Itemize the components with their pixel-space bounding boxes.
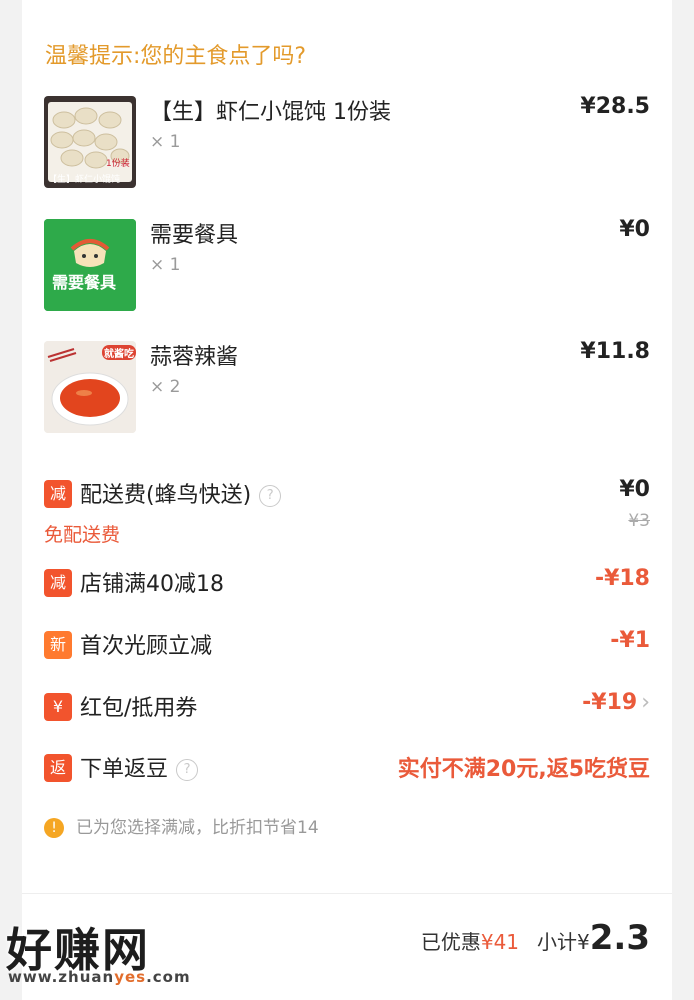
thumb-caption: 【生】虾仁小馄饨 <box>48 175 121 185</box>
info-circle-icon: ! <box>44 818 64 838</box>
delivery-fee-original: ¥3 <box>628 511 650 531</box>
saved-value: ¥41 <box>480 930 520 954</box>
watermark-url-prefix: www.zhuan <box>8 968 115 986</box>
beans-text: 下单返豆 <box>80 757 169 782</box>
cart-item[interactable]: 【生】虾仁小馄饨 1份装 【生】虾仁小馄饨 1份装 × 1 ¥28.5 <box>44 94 650 188</box>
store-discount-value: -¥18 <box>594 566 650 591</box>
cart-item[interactable]: 需要餐具 需要餐具 × 1 ¥0 <box>44 217 650 311</box>
help-circle-icon[interactable]: ? <box>176 759 199 781</box>
beans-value: 实付不满20元,返5吃货豆 <box>397 757 650 782</box>
first-visit-label: 首次光顾立减 <box>80 634 213 659</box>
first-visit-row: 新 首次光顾立减 -¥1 <box>44 628 650 662</box>
chevron-right-icon: › <box>641 690 650 715</box>
help-circle-icon[interactable]: ? <box>259 485 282 507</box>
watermark-url: www.zhuanyes.com <box>8 968 191 986</box>
item-thumbnail: 就酱吃 <box>44 341 136 433</box>
store-discount-label: 店铺满40减18 <box>80 572 224 597</box>
thumb-badge: 就酱吃 <box>102 345 136 360</box>
discount-badge-icon: 减 <box>44 569 72 597</box>
item-price: ¥28.5 <box>580 94 650 119</box>
item-price: ¥11.8 <box>580 339 650 364</box>
order-summary-footer: 已优惠¥41 小计¥2.3 <box>421 918 650 958</box>
delivery-fee-text: 配送费(蜂鸟快送) <box>80 483 252 508</box>
beans-row: 返 下单返豆? 实付不满20元,返5吃货豆 <box>44 751 650 785</box>
free-delivery-note: 免配送费 <box>44 524 121 546</box>
item-name: 蒜蓉辣酱 <box>150 345 239 370</box>
beans-label: 下单返豆? <box>80 751 199 783</box>
first-visit-value: -¥1 <box>610 628 650 653</box>
divider <box>22 893 672 894</box>
item-thumbnail: 需要餐具 <box>44 219 136 311</box>
watermark-url-highlight: yes <box>114 968 147 986</box>
truncated-row: ··· ··· ··· <box>45 0 122 11</box>
coupon-label: 红包/抵用券 <box>80 696 198 721</box>
watermark-url-suffix: .com <box>146 968 191 986</box>
delivery-fee-label: 配送费(蜂鸟快送)? <box>80 477 282 509</box>
item-quantity: × 1 <box>150 132 181 152</box>
subtotal-label: 小计 <box>537 930 578 954</box>
thumb-caption: 需要餐具 <box>52 273 117 292</box>
coupon-value[interactable]: -¥19 › <box>582 690 650 715</box>
item-name: 【生】虾仁小馄饨 1份装 <box>150 100 391 125</box>
coupon-amount: -¥19 <box>582 690 638 715</box>
subtotal-currency: ¥ <box>577 930 590 954</box>
item-thumbnail: 【生】虾仁小馄饨 1份装 <box>44 96 136 188</box>
saved-label: 已优惠 <box>420 930 481 954</box>
item-name: 需要餐具 <box>150 223 239 248</box>
item-quantity: × 1 <box>150 255 181 275</box>
item-price: ¥0 <box>619 217 650 242</box>
thumb-tag: 1份装 <box>106 159 130 169</box>
coupon-badge-icon: ¥ <box>44 693 72 721</box>
discount-info: ! 已为您选择满减，比折扣节省14 <box>44 813 319 838</box>
discount-badge-icon: 减 <box>44 480 72 508</box>
item-quantity: × 2 <box>150 377 181 397</box>
subtotal-value: 2.3 <box>589 918 650 958</box>
cart-item[interactable]: 就酱吃 蒜蓉辣酱 × 2 ¥11.8 <box>44 339 650 433</box>
rebate-badge-icon: 返 <box>44 754 72 782</box>
new-customer-badge-icon: 新 <box>44 631 72 659</box>
coupon-row[interactable]: ¥ 红包/抵用券 -¥19 › <box>44 690 650 724</box>
info-text: 已为您选择满减，比折扣节省14 <box>76 818 319 838</box>
store-discount-row: 减 店铺满40减18 -¥18 <box>44 566 650 600</box>
delivery-fee-row: 减 配送费(蜂鸟快送)? ¥0 ¥3 <box>44 477 650 531</box>
staple-food-tip: 温馨提示:您的主食点了吗? <box>45 44 307 69</box>
delivery-fee-value: ¥0 <box>619 477 650 502</box>
